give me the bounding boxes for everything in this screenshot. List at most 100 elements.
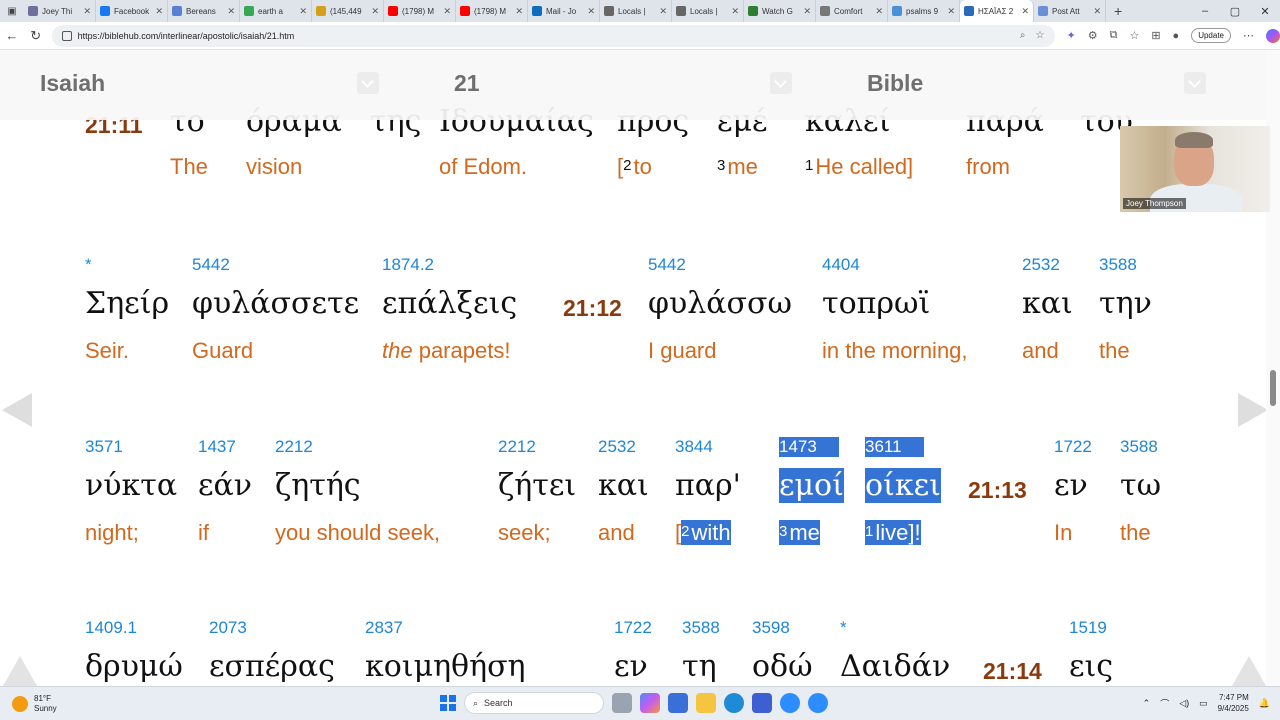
video-call-overlay[interactable]: Joey Thompson [1120, 126, 1270, 212]
strongs-number[interactable]: 3588 [1099, 255, 1137, 275]
strongs-number[interactable]: 3844 [675, 437, 713, 457]
version-select[interactable]: Bible [867, 70, 923, 98]
notifications-icon[interactable]: 🔔 [1259, 698, 1270, 709]
greek-word[interactable]: οίκει [865, 468, 941, 503]
close-tab-icon[interactable]: ✕ [800, 6, 811, 17]
back-icon[interactable]: ← [0, 28, 24, 43]
close-tab-icon[interactable]: ✕ [872, 6, 883, 17]
greek-word[interactable]: επάλξεις [382, 286, 517, 321]
strongs-number[interactable]: 1473 [779, 437, 839, 457]
strongs-number[interactable]: 2212 [498, 437, 536, 457]
scrollbar-thumb[interactable] [1270, 370, 1276, 406]
strongs-number[interactable]: 3588 [1120, 437, 1158, 457]
greek-word[interactable]: τω [1120, 468, 1161, 503]
strongs-number[interactable]: 2837 [365, 618, 403, 638]
close-tab-icon[interactable]: ✕ [296, 6, 307, 17]
volume-icon[interactable]: ◁) [1179, 698, 1189, 709]
greek-word[interactable]: εμοί [779, 468, 844, 503]
browser-tab[interactable]: Joey Thi ✕ [24, 0, 96, 22]
strongs-number[interactable]: 2532 [1022, 255, 1060, 275]
strongs-number[interactable]: 1722 [614, 618, 652, 638]
url-field[interactable]: https://biblehub.com/interlinear/apostol… [51, 24, 1055, 47]
greek-word[interactable]: φυλάσσετε [192, 286, 359, 321]
greek-word[interactable]: παρ' [675, 468, 741, 503]
zoom-meeting-icon[interactable] [808, 693, 828, 713]
strongs-number[interactable]: 2532 [598, 437, 636, 457]
strongs-number[interactable]: 2073 [209, 618, 247, 638]
site-info-icon[interactable] [61, 30, 72, 41]
collections-icon[interactable]: ⊞ [1151, 29, 1160, 42]
favorites-icon[interactable]: ☆ [1129, 29, 1139, 42]
close-tab-icon[interactable]: ✕ [584, 6, 595, 17]
strongs-number[interactable]: 3598 [752, 618, 790, 638]
network-icon[interactable]: ⌒ [1160, 697, 1169, 710]
greek-word[interactable]: και [598, 468, 649, 503]
zoom-icon[interactable]: ⌕ [1020, 30, 1026, 41]
close-tab-icon[interactable]: ✕ [440, 6, 451, 17]
strongs-number[interactable]: 1722 [1054, 437, 1092, 457]
copilot-icon[interactable] [1266, 28, 1280, 43]
browser-tab[interactable]: earth a ✕ [240, 0, 312, 22]
tab-actions-icon[interactable]: ▣ [0, 6, 24, 17]
store-icon[interactable] [668, 693, 688, 713]
close-tab-icon[interactable]: ✕ [368, 6, 379, 17]
scroll-top-left-icon[interactable] [3, 656, 37, 686]
close-tab-icon[interactable]: ✕ [80, 6, 91, 17]
greek-word[interactable]: εν [614, 649, 648, 684]
scroll-top-right-icon[interactable] [1232, 656, 1266, 686]
browser-tab[interactable]: (1798) M ✕ [384, 0, 456, 22]
strongs-number[interactable]: 3571 [85, 437, 123, 457]
strongs-number[interactable]: 1409.1 [85, 618, 137, 638]
browser-tab[interactable]: (145,449 ✕ [312, 0, 384, 22]
next-chapter-arrow-icon[interactable] [1238, 393, 1268, 427]
version-dropdown-icon[interactable] [1184, 72, 1206, 94]
zoom-app-icon[interactable] [780, 693, 800, 713]
copilot-app-icon[interactable] [640, 693, 660, 713]
strongs-number[interactable]: * [840, 618, 847, 638]
verse-reference[interactable]: 21:14 [983, 658, 1042, 685]
close-tab-icon[interactable]: ✕ [728, 6, 739, 17]
browser-tab[interactable]: Facebook ✕ [96, 0, 168, 22]
refresh-icon[interactable]: ↻ [24, 28, 48, 44]
greek-word[interactable]: νύκτα [85, 468, 177, 503]
greek-word[interactable]: ζητής [275, 468, 361, 503]
strongs-number[interactable]: 1519 [1069, 618, 1107, 638]
update-button[interactable]: Update [1191, 28, 1231, 43]
browser-tab[interactable]: ΗΣΑΪΑΣ 2 ✕ [960, 0, 1034, 22]
maximize-icon[interactable]: ▢ [1220, 5, 1250, 18]
verse-reference[interactable]: 21:12 [563, 295, 622, 322]
weather-widget[interactable]: 81°F Sunny [12, 694, 57, 714]
strongs-number[interactable]: 4404 [822, 255, 860, 275]
greek-word[interactable]: φυλάσσω [648, 286, 792, 321]
browser-tab[interactable]: Post Att ✕ [1034, 0, 1106, 22]
greek-word[interactable]: εάν [198, 468, 252, 503]
strongs-number[interactable]: * [85, 255, 92, 275]
strongs-number[interactable]: 1437 [198, 437, 236, 457]
strongs-number[interactable]: 5442 [648, 255, 686, 275]
edge-icon[interactable] [724, 693, 744, 713]
previous-chapter-arrow-icon[interactable] [2, 393, 32, 427]
greek-word[interactable]: εσπέρας [209, 649, 335, 684]
profile-icon[interactable]: ● [1173, 30, 1180, 42]
close-tab-icon[interactable]: ✕ [944, 6, 955, 17]
minimize-icon[interactable]: – [1190, 5, 1220, 18]
greek-word[interactable]: εις [1069, 649, 1113, 684]
greek-word[interactable]: τη [682, 649, 717, 684]
browser-tab[interactable]: Locals | ✕ [600, 0, 672, 22]
split-screen-icon[interactable]: ⧉ [1110, 29, 1118, 42]
extension-icon[interactable]: ✦ [1067, 29, 1076, 42]
chapter-select[interactable]: 21 [454, 70, 480, 98]
greek-word[interactable]: και [1022, 286, 1073, 321]
greek-word[interactable]: δρυμώ [85, 649, 183, 684]
greek-word[interactable]: ζήτει [498, 468, 576, 503]
close-tab-icon[interactable]: ✕ [1018, 6, 1029, 17]
strongs-number[interactable]: 5442 [192, 255, 230, 275]
taskbar-search[interactable]: ⌕ Search [464, 692, 604, 714]
greek-word[interactable]: Δαιδάν [840, 649, 950, 684]
browser-tab[interactable]: psalms 9 ✕ [888, 0, 960, 22]
verse-reference[interactable]: 21:13 [968, 477, 1027, 504]
strongs-number[interactable]: 2212 [275, 437, 313, 457]
more-icon[interactable]: ⋯ [1243, 29, 1254, 42]
close-tab-icon[interactable]: ✕ [152, 6, 163, 17]
strongs-number[interactable]: 1874.2 [382, 255, 434, 275]
